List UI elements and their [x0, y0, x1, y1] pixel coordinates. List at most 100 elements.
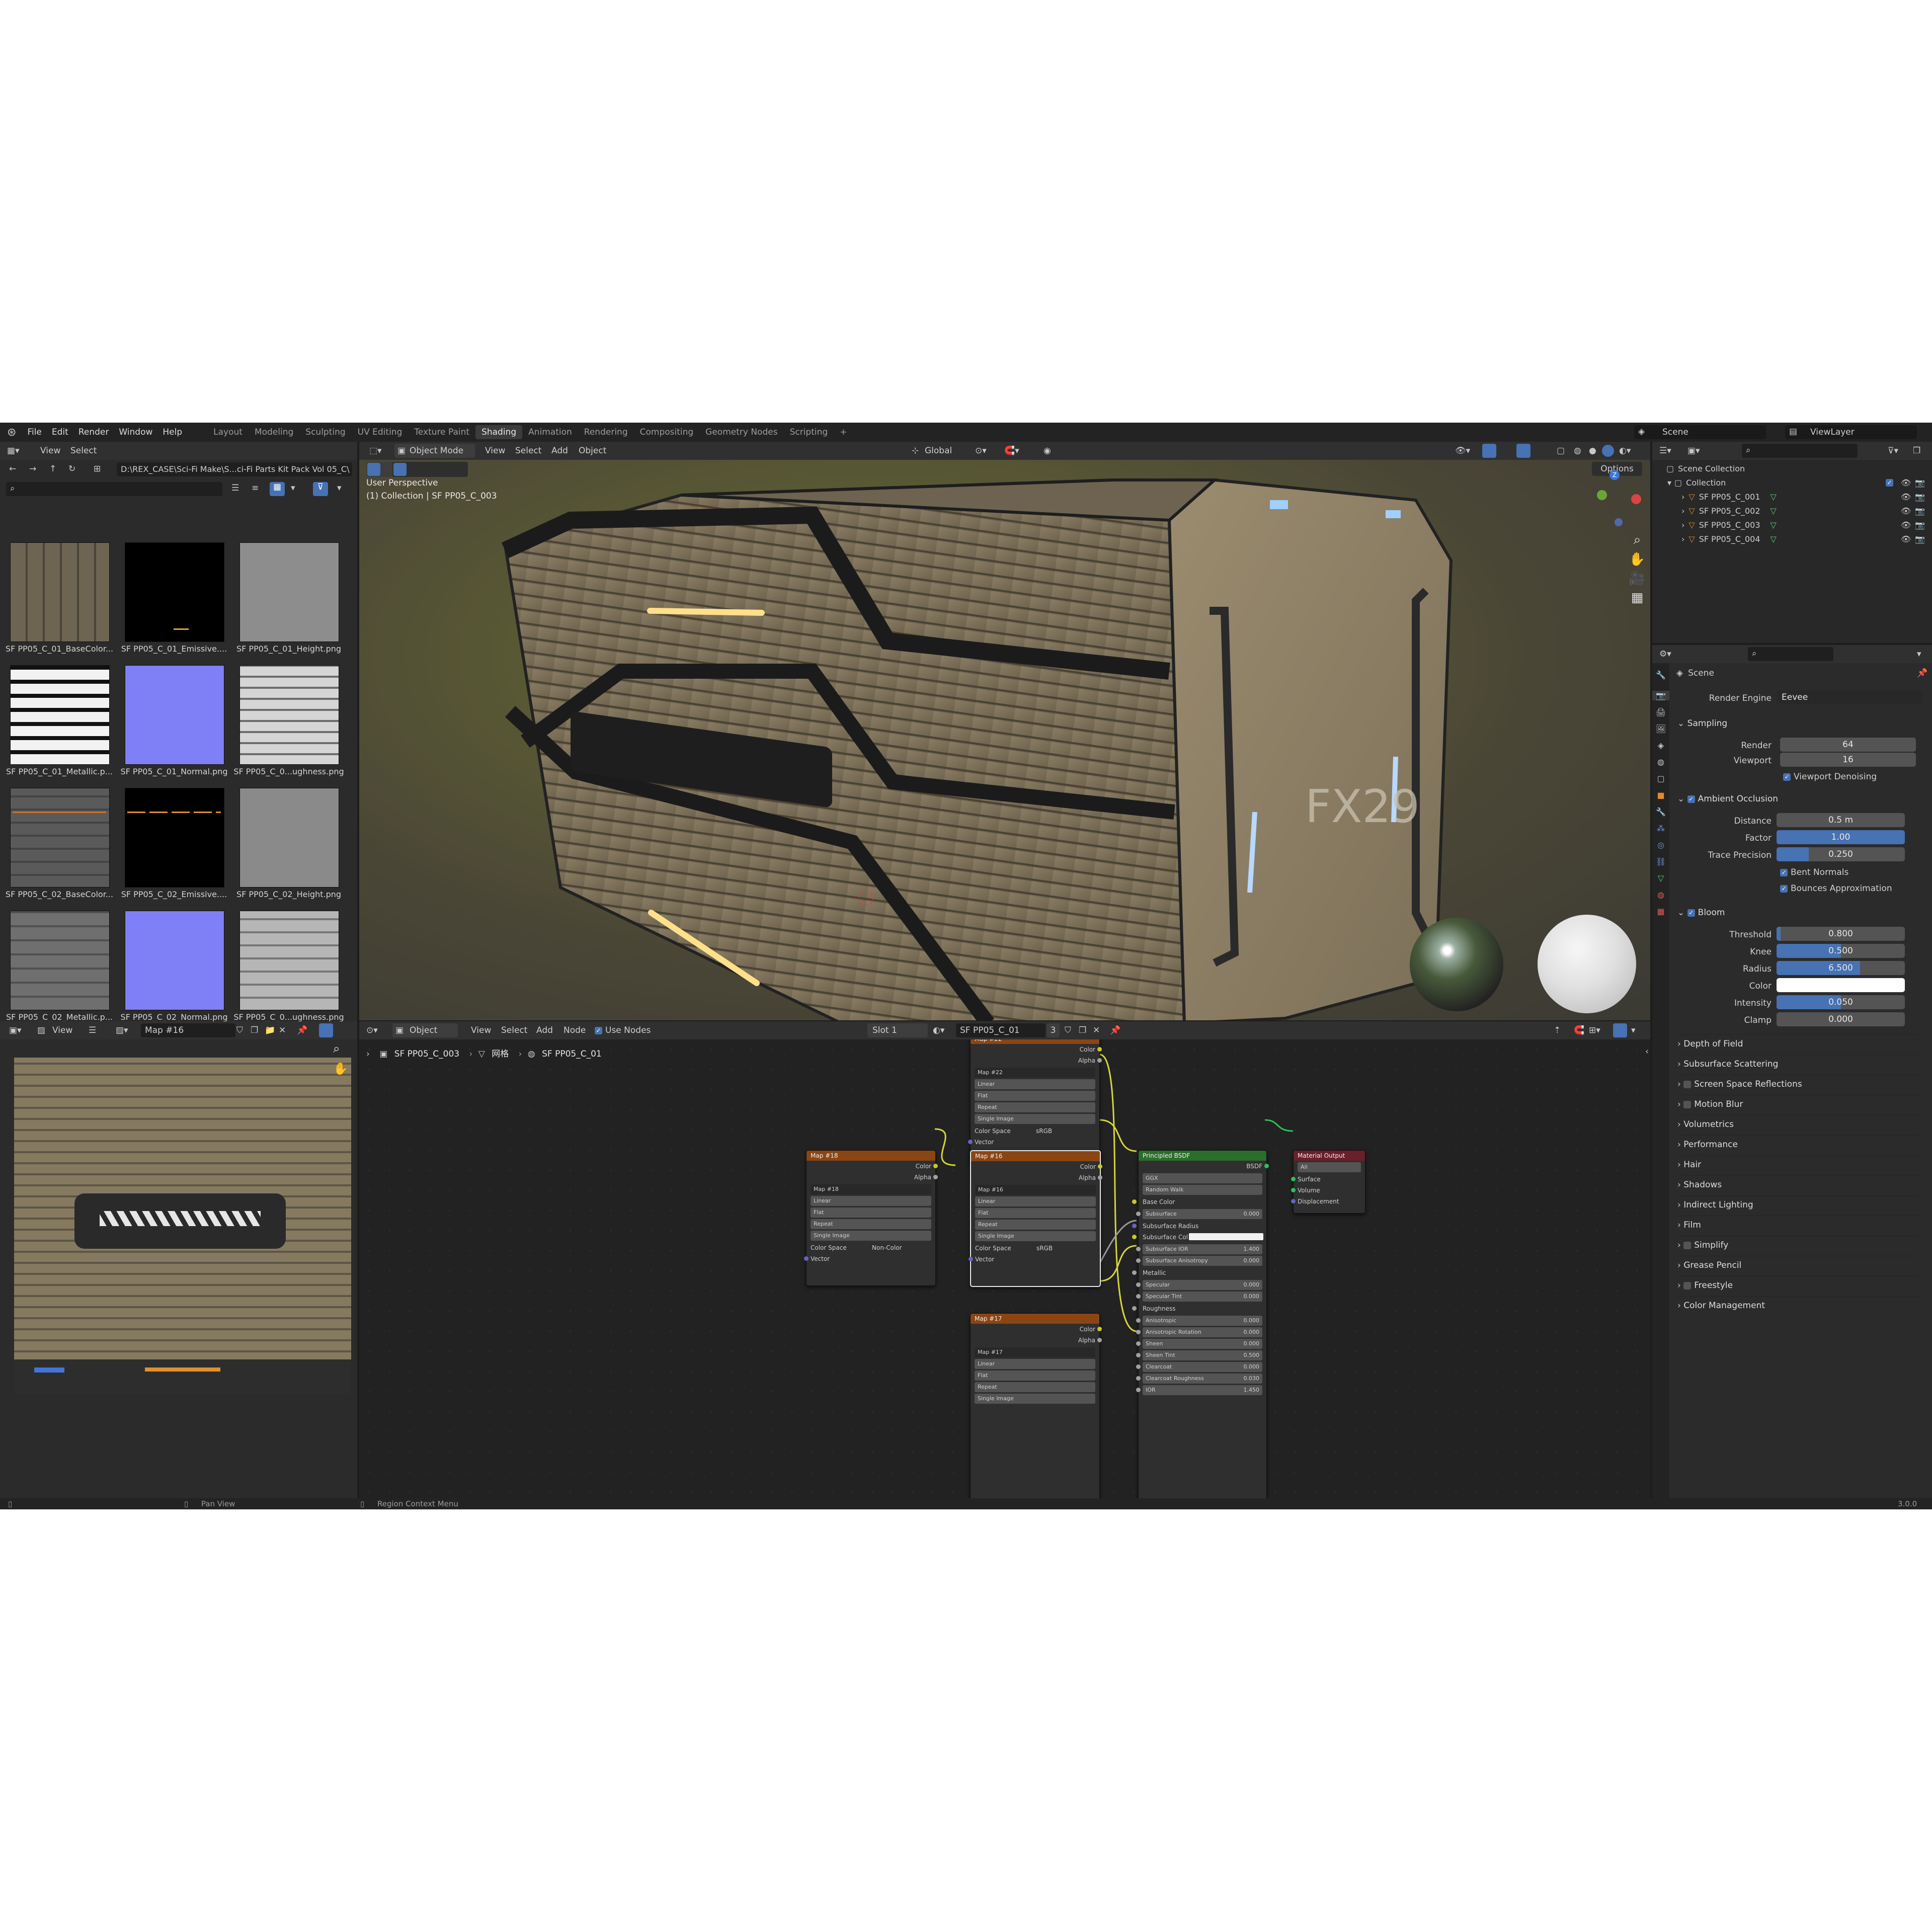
ie-menu-view[interactable]: View [52, 1025, 72, 1035]
panel-header-indirect-lighting[interactable]: › Indirect Lighting [1677, 1195, 1919, 1214]
tab-animation[interactable]: Animation [522, 425, 578, 439]
color-space-select[interactable]: sRGB [1036, 1125, 1052, 1137]
add-workspace-icon[interactable]: + [834, 425, 853, 439]
overlay-toggle-icon[interactable] [1516, 444, 1531, 458]
mesh-data-icon[interactable]: ▽ [1770, 490, 1777, 504]
tab-layout[interactable]: Layout [207, 425, 249, 439]
rendered-shading-icon[interactable]: ◐▾ [1619, 446, 1631, 456]
thumbnail[interactable] [239, 788, 339, 888]
material-tab-icon[interactable]: ◍ [1652, 890, 1669, 900]
outliner-editor-type-icon[interactable]: ☰▾ [1659, 446, 1671, 456]
xray-icon[interactable]: ▢ [1557, 446, 1565, 456]
eye-icon[interactable]: 👁 [1901, 476, 1911, 490]
interpolation-select[interactable]: Linear [975, 1359, 1095, 1369]
checkbox-icon[interactable]: ✓ [1783, 773, 1791, 781]
checkbox-icon[interactable]: ✓ [1780, 884, 1788, 893]
bloom-intensity-slider[interactable]: 0.050 [1777, 995, 1905, 1009]
visibility-icon[interactable]: 👁▾ [1455, 446, 1470, 456]
editor-type-icon[interactable]: ▦▾ [7, 446, 20, 456]
bloom-panel-header[interactable]: ⌄ ✓ Bloom [1677, 904, 1919, 922]
vector-socket-icon[interactable] [968, 1140, 973, 1144]
thumbnail[interactable] [125, 665, 224, 765]
bsdf-input-subsurface[interactable]: Subsurface 0.000 [1136, 1209, 1262, 1219]
ao-enable-checkbox[interactable]: ✓ [1687, 795, 1695, 803]
vector-socket-icon[interactable] [804, 1256, 809, 1261]
bsdf-input-anisotropic[interactable]: Anisotropic 0.000 [1136, 1316, 1262, 1326]
bsdf-input-roughness[interactable]: Roughness [1132, 1303, 1266, 1314]
mode-selector[interactable]: ▣ Object Mode [394, 444, 475, 458]
exclude-checkbox[interactable]: ✓ [1886, 479, 1893, 487]
input-socket-icon[interactable] [1136, 1294, 1141, 1299]
input-socket-icon[interactable] [1132, 1224, 1137, 1228]
thumbnail[interactable] [125, 911, 224, 1010]
view-layer-selector[interactable]: ▤ ViewLayer [1785, 425, 1917, 439]
shader-socket-icon[interactable] [1291, 1177, 1296, 1181]
modifier-tab-icon[interactable]: 🔧 [1652, 807, 1669, 817]
proportional-edit-icon[interactable]: ◉ [1043, 446, 1051, 456]
menu-window[interactable]: Window [114, 427, 157, 437]
panel-enable-checkbox[interactable] [1683, 1080, 1692, 1088]
node-pin-icon[interactable]: 📌 [1110, 1025, 1120, 1035]
menu-file[interactable]: File [22, 427, 46, 437]
data-tab-icon[interactable]: ▽ [1652, 873, 1669, 883]
thumbnail[interactable] [10, 665, 110, 765]
output-alpha[interactable]: Alpha [971, 1055, 1102, 1066]
color-space-select[interactable]: sRGB [1036, 1243, 1053, 1254]
ie-pan-icon[interactable]: ✋ [333, 1062, 348, 1076]
horizontal-list-icon[interactable]: ≡ [252, 483, 259, 493]
pin-icon[interactable]: 📌 [297, 1025, 307, 1035]
expand-arrow-icon[interactable]: › [1681, 490, 1684, 504]
material-preview-icon[interactable] [1602, 445, 1614, 457]
gizmo-z-axis-icon[interactable]: Z [1609, 470, 1620, 480]
output-color[interactable]: Color [971, 1044, 1102, 1055]
node-title[interactable]: Map #17 [971, 1314, 1099, 1324]
subsurface-method-select[interactable]: Random Walk [1143, 1185, 1262, 1195]
image-name-field[interactable]: Map #16 [141, 1023, 235, 1037]
output-target-select[interactable]: All [1298, 1162, 1361, 1172]
distribution-select[interactable]: GGX [1143, 1173, 1262, 1183]
panel-header-subsurface-scattering[interactable]: › Subsurface Scattering [1677, 1055, 1919, 1073]
source-select[interactable]: Single Image [975, 1231, 1096, 1241]
image-browse-icon[interactable]: ▨▾ [116, 1025, 128, 1035]
fb-menu-select[interactable]: Select [70, 446, 97, 456]
projection-select[interactable]: Flat [975, 1208, 1096, 1218]
slot-selector[interactable]: Slot 1 [867, 1023, 928, 1037]
output-alpha[interactable]: Alpha [971, 1335, 1102, 1346]
tab-compositing[interactable]: Compositing [634, 425, 700, 439]
output-tab-icon[interactable]: 🖨 [1652, 707, 1669, 717]
interpolation-select[interactable]: Linear [811, 1196, 931, 1206]
particles-tab-icon[interactable]: ⁂ [1652, 824, 1669, 833]
gizmo-toggle-icon[interactable] [1482, 444, 1496, 458]
thumbnail[interactable] [10, 911, 110, 1010]
bloom-knee-slider[interactable]: 0.500 [1777, 944, 1905, 958]
ne-menu-add[interactable]: Add [536, 1025, 553, 1035]
input-socket-icon[interactable] [1136, 1318, 1141, 1323]
material-fake-user-icon[interactable]: ⛉ [1065, 1025, 1071, 1035]
viewport-samples-field[interactable]: 16 [1780, 753, 1916, 767]
panel-header-screen-space-reflections[interactable]: › Screen Space Reflections [1677, 1075, 1919, 1093]
alpha-socket-icon[interactable] [1097, 1338, 1102, 1342]
object-tab-icon[interactable]: ■ [1652, 790, 1669, 800]
input-vector[interactable]: Vector [968, 1137, 1099, 1148]
expand-arrow-icon[interactable]: › [1681, 532, 1684, 546]
collection-tab-icon[interactable]: ▢ [1652, 774, 1669, 783]
bsdf-input-clearcoat[interactable]: Clearcoat 0.000 [1136, 1362, 1262, 1372]
bloom-color-swatch[interactable] [1777, 978, 1905, 992]
output-color[interactable]: Color [971, 1324, 1102, 1335]
node-overlay-icon[interactable] [1613, 1023, 1627, 1037]
input-socket-icon[interactable] [1136, 1341, 1141, 1346]
extension-select[interactable]: Repeat [975, 1220, 1096, 1230]
panel-enable-checkbox[interactable] [1683, 1281, 1692, 1290]
bsdf-input-subsurface-col[interactable]: Subsurface Col [1132, 1232, 1266, 1243]
input-socket-icon[interactable] [1132, 1199, 1137, 1204]
input-vector[interactable]: Vector [804, 1253, 935, 1264]
mesh-data-icon[interactable]: ▽ [1770, 518, 1777, 532]
input-displacement[interactable]: Displacement [1291, 1196, 1365, 1207]
color-socket-icon[interactable] [933, 1164, 938, 1168]
camera-render-icon[interactable]: 📷 [1915, 476, 1925, 490]
bsdf-input-sheen-tint[interactable]: Sheen Tint 0.500 [1136, 1350, 1262, 1360]
outliner-object[interactable]: › ▽ SF PP05_C_003 ▽ 👁 📷 [1652, 518, 1925, 532]
bsdf-input-clearcoat-roughness[interactable]: Clearcoat Roughness 0.030 [1136, 1374, 1262, 1384]
expand-arrow-icon[interactable]: › [1681, 504, 1684, 518]
bsdf-input-sheen[interactable]: Sheen 0.000 [1136, 1339, 1262, 1349]
